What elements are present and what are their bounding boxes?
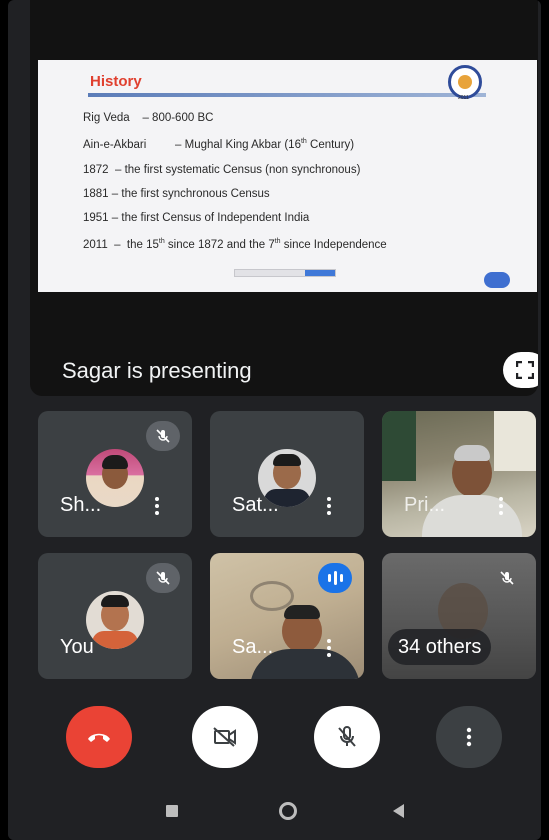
participant-tile-self[interactable]: You <box>38 553 192 679</box>
system-nav-bar <box>8 772 541 840</box>
mic-off-icon <box>338 726 356 747</box>
slide-line: 2011 – the 15th since 1872 and the 7th s… <box>83 238 387 251</box>
camera-toggle-button[interactable] <box>192 706 258 768</box>
census-logo-icon <box>448 65 482 99</box>
camera-off-icon <box>213 727 236 747</box>
end-call-icon <box>88 733 110 742</box>
participant-name: You <box>60 636 94 658</box>
slide-line: 1881 – the first synchronous Census <box>83 188 270 200</box>
participant-tile[interactable]: Sat... <box>210 411 364 537</box>
more-vert-icon <box>466 727 472 747</box>
avatar <box>86 591 144 649</box>
others-tile[interactable]: 34 others <box>382 553 536 679</box>
participant-tile[interactable]: Sh... <box>38 411 192 537</box>
mic-off-icon <box>490 563 524 593</box>
back-icon[interactable] <box>393 804 404 818</box>
slide-line: Ain-e-Akbari – Mughal King Akbar (16th C… <box>83 138 355 151</box>
slide-line: 1951 – the first Census of Independent I… <box>83 212 310 224</box>
home-icon[interactable] <box>279 802 297 820</box>
more-vert-icon[interactable] <box>324 639 334 657</box>
end-call-button[interactable] <box>66 706 132 768</box>
more-options-button[interactable] <box>436 706 502 768</box>
recents-icon[interactable] <box>166 805 178 817</box>
participant-name: Sh... <box>60 494 102 516</box>
participant-tile[interactable]: Pri... <box>382 411 536 537</box>
participant-name: Sa... <box>232 636 274 658</box>
mic-toggle-button[interactable] <box>314 706 380 768</box>
others-count: 34 others <box>388 629 492 665</box>
speaking-indicator-icon <box>318 563 352 593</box>
participant-name: Sat... <box>232 494 279 516</box>
call-controls <box>8 702 541 772</box>
participant-name: Pri... <box>404 494 446 516</box>
mic-off-icon <box>146 563 180 593</box>
slide-search-bar <box>234 269 336 277</box>
participant-video <box>382 411 536 537</box>
logo-year: 2011 <box>458 95 469 101</box>
slide-title: History <box>90 73 142 90</box>
presenting-label: Sagar is presenting <box>62 358 252 383</box>
fullscreen-button[interactable] <box>503 352 538 388</box>
more-vert-icon[interactable] <box>496 497 506 515</box>
participant-tile[interactable]: Sa... <box>210 553 364 679</box>
presentation-tile[interactable]: History 2011 Rig Veda – 800-600 BC Ain-e… <box>30 0 538 396</box>
slide-line: Rig Veda – 800-600 BC <box>83 112 214 124</box>
more-vert-icon[interactable] <box>324 497 334 515</box>
slide-line: 1872 – the first systematic Census (non … <box>83 164 361 176</box>
slide-title-rule <box>88 93 486 97</box>
meet-screen: History 2011 Rig Veda – 800-600 BC Ain-e… <box>8 0 541 840</box>
mic-off-icon <box>146 421 180 451</box>
more-vert-icon[interactable] <box>152 497 162 515</box>
fullscreen-icon <box>516 361 534 379</box>
slide-badge-icon <box>484 272 510 288</box>
presentation-slide: History 2011 Rig Veda – 800-600 BC Ain-e… <box>38 60 537 292</box>
